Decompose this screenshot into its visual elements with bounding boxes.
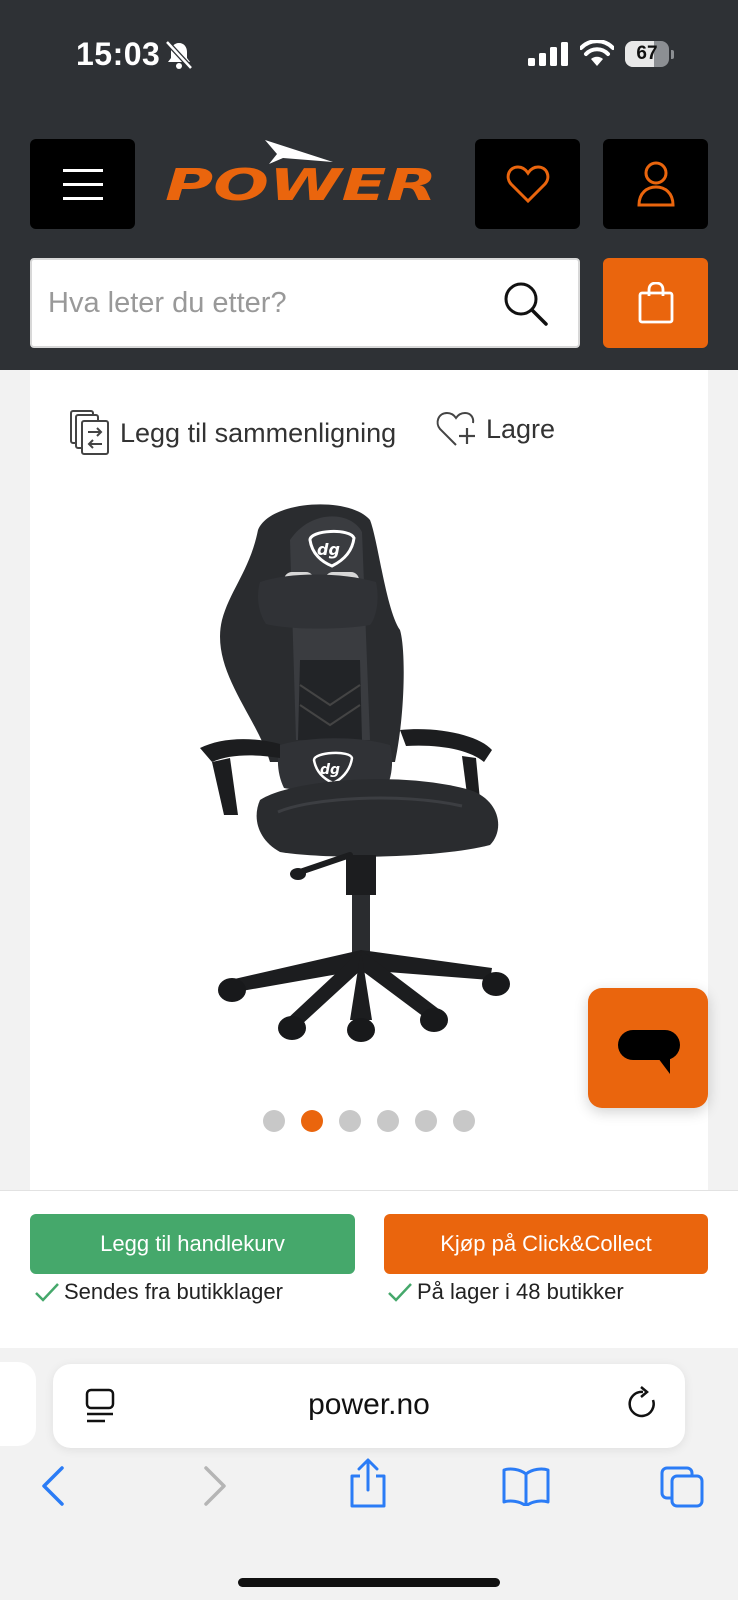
product-image[interactable]: dg dg — [200, 500, 560, 1060]
status-bar: 15:03 67 — [0, 0, 738, 110]
svg-text:dg: dg — [317, 540, 340, 559]
compare-link[interactable]: Legg til sammenligning — [70, 410, 396, 456]
search-icon[interactable] — [502, 280, 548, 326]
cart-button[interactable] — [603, 258, 708, 348]
bookmarks-icon[interactable] — [502, 1466, 550, 1506]
search-box[interactable] — [30, 258, 580, 348]
click-collect-button[interactable]: Kjøp på Click&Collect — [384, 1214, 708, 1274]
save-link[interactable]: Lagre — [436, 410, 555, 448]
browser-bar: power.no — [0, 1348, 738, 1600]
power-logo[interactable]: POWER — [165, 138, 440, 203]
carousel-dot[interactable] — [415, 1110, 437, 1132]
bell-slash-icon — [165, 40, 193, 70]
search-input[interactable] — [48, 260, 488, 346]
previous-tab-peek[interactable] — [0, 1362, 36, 1446]
carousel-dot[interactable] — [301, 1110, 323, 1132]
shipping-note: Sendes fra butikklager — [34, 1279, 283, 1305]
back-icon[interactable] — [40, 1466, 68, 1506]
reload-icon[interactable] — [627, 1386, 659, 1422]
carousel-dots — [30, 1110, 708, 1132]
checkmark-icon — [388, 1283, 412, 1302]
compare-label: Legg til sammenligning — [120, 417, 397, 448]
save-label: Lagre — [486, 413, 556, 444]
svg-text:dg: dg — [320, 762, 340, 778]
svg-text:POWER: POWER — [165, 160, 437, 203]
heart-icon — [506, 165, 549, 204]
home-indicator[interactable] — [238, 1578, 500, 1587]
store-stock-text: På lager i 48 butikker — [417, 1279, 624, 1304]
battery-level: 67 — [636, 43, 658, 64]
site-header: POWER — [0, 110, 738, 370]
url-text: power.no — [308, 1388, 430, 1421]
heart-plus-icon — [436, 411, 475, 446]
carousel-dot[interactable] — [263, 1110, 285, 1132]
shipping-note-text: Sendes fra butikklager — [64, 1279, 283, 1304]
hamburger-icon — [63, 169, 103, 172]
address-bar[interactable]: power.no — [53, 1364, 685, 1448]
chat-bubble-icon — [618, 1030, 680, 1074]
forward-icon[interactable] — [200, 1466, 228, 1506]
carousel-dot[interactable] — [339, 1110, 361, 1132]
shopping-bag-icon — [638, 282, 673, 324]
tabs-icon[interactable] — [660, 1466, 704, 1508]
purchase-action-bar: Legg til handlekurv Kjøp på Click&Collec… — [0, 1190, 738, 1348]
carousel-dot[interactable] — [377, 1110, 399, 1132]
account-button[interactable] — [603, 139, 708, 229]
carousel-dot[interactable] — [453, 1110, 475, 1132]
compare-icon — [70, 410, 109, 455]
signal-icon — [528, 42, 568, 66]
favorites-button[interactable] — [475, 139, 580, 229]
chat-button[interactable] — [588, 988, 708, 1108]
wifi-icon — [580, 40, 614, 66]
user-icon — [636, 161, 675, 207]
share-icon[interactable] — [348, 1458, 388, 1508]
status-time: 15:03 — [76, 36, 161, 72]
menu-button[interactable] — [30, 139, 135, 229]
store-stock-note: På lager i 48 butikker — [387, 1279, 624, 1305]
battery-icon: 67 — [625, 41, 674, 67]
add-to-cart-button[interactable]: Legg til handlekurv — [30, 1214, 355, 1274]
checkmark-icon — [35, 1283, 59, 1302]
